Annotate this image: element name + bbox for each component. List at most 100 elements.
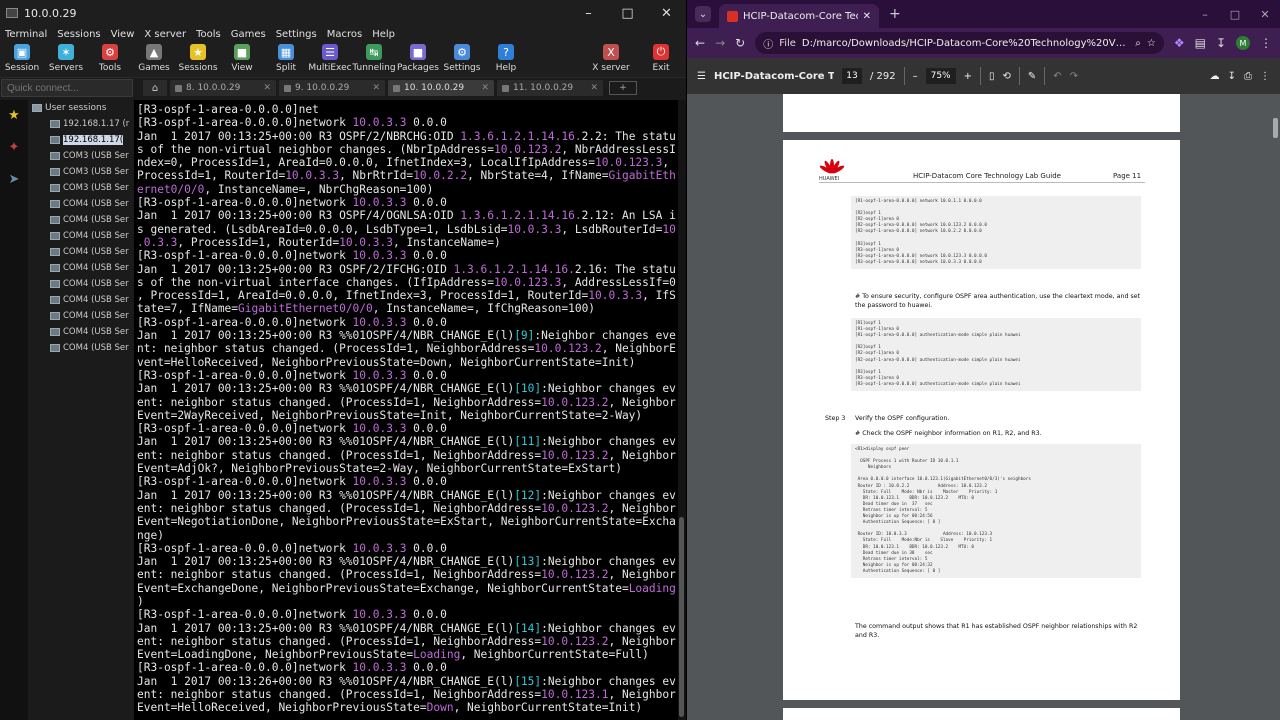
tools-button[interactable]: ⚙ Tools: [88, 42, 132, 77]
maximize-icon[interactable]: □: [1220, 8, 1250, 21]
tunneling-button[interactable]: ↹ Tunneling: [352, 42, 396, 77]
terminal-line: [R3-ospf-1-area-0.0.0.0]network 10.0.3.3…: [137, 196, 678, 209]
exit-button[interactable]: ⏻ Exit: [636, 42, 686, 77]
redo-icon[interactable]: ↷: [1070, 71, 1078, 82]
page-number-input[interactable]: 13: [841, 68, 862, 84]
print-icon[interactable]: ⎙: [1244, 71, 1252, 82]
forward-icon[interactable]: →: [715, 36, 725, 50]
reload-icon[interactable]: ↻: [735, 36, 745, 50]
terminal-tab[interactable]: 9. 10.0.0.29 ✕: [279, 80, 385, 96]
tools-icon[interactable]: ✦: [0, 132, 28, 164]
annotate-icon[interactable]: ✎: [1028, 71, 1036, 82]
terminal-text: 10.0.3.3: [507, 222, 562, 236]
home-tab-icon[interactable]: ⌂: [143, 80, 167, 96]
zoom-icon[interactable]: ⌕: [1135, 38, 1141, 49]
minimize-icon[interactable]: –: [1190, 8, 1220, 21]
terminal-line: Jan 1 2017 00:13:25+00:00 R3 OSPF/2/IFCH…: [137, 263, 678, 276]
extensions-puzzle-icon[interactable]: ▤: [1195, 36, 1206, 50]
zoom-in-icon[interactable]: +: [964, 71, 972, 82]
menu-item[interactable]: Tools: [191, 29, 226, 40]
menu-item[interactable]: Help: [367, 29, 400, 40]
extension-icon[interactable]: ❖: [1174, 36, 1185, 50]
save-to-drive-icon[interactable]: ☁: [1210, 71, 1220, 82]
session-item[interactable]: COM4 (USB Ser: [28, 292, 130, 308]
tab-close-icon[interactable]: ✕: [481, 83, 489, 93]
star-icon[interactable]: ★: [0, 100, 28, 132]
terminal-text: ent: neighbor status changed. (ProcessId…: [137, 501, 542, 515]
quick-connect-input[interactable]: [1, 79, 133, 97]
session-item[interactable]: COM4 (USB Ser: [28, 324, 130, 340]
session-item[interactable]: COM4 (USB Ser: [28, 244, 130, 260]
session-item[interactable]: COM3 (USB Ser: [28, 164, 130, 180]
session-item[interactable]: COM3 (USB Ser: [28, 180, 130, 196]
tab-search-icon[interactable]: ⌄: [695, 6, 711, 22]
session-item[interactable]: COM4 (USB Ser: [28, 212, 130, 228]
session-item[interactable]: COM3 (USB Ser: [28, 148, 130, 164]
download-icon[interactable]: ↧: [1228, 71, 1236, 82]
menu-item[interactable]: Terminal: [0, 29, 52, 40]
menu-item[interactable]: Macros: [322, 29, 367, 40]
menu-item[interactable]: View: [106, 29, 140, 40]
terminal-scrollbar[interactable]: [678, 100, 686, 720]
maximize-icon[interactable]: □: [608, 6, 647, 21]
terminal-tab[interactable]: 10. 10.0.0.29 ✕: [388, 80, 494, 96]
terminal-output[interactable]: [R3-ospf-1-area-0.0.0.0]net [R3-ospf-1-ar…: [134, 100, 678, 720]
session-item[interactable]: COM4 (USB Ser: [28, 260, 130, 276]
pdf-scrollbar-thumb[interactable]: [1273, 118, 1278, 138]
pdf-viewport[interactable]: HUAWEI HCIP-Datacom Core Technology Lab …: [687, 94, 1280, 720]
servers-button[interactable]: ✶ Servers: [44, 42, 88, 77]
menu-item[interactable]: Games: [226, 29, 271, 40]
terminal-tab[interactable]: 8. 10.0.0.29 ✕: [170, 80, 276, 96]
scrollbar-thumb[interactable]: [679, 517, 684, 717]
session-tree-root[interactable]: User sessions: [28, 100, 130, 116]
session-item[interactable]: 192.168.1.17(: [28, 132, 130, 148]
session-item[interactable]: COM4 (USB Ser: [28, 340, 130, 356]
sessions-button[interactable]: ★ Sessions: [176, 42, 220, 77]
terminal-line: Jan 1 2017 00:13:25+00:00 R3 %%01OSPF/4/…: [137, 489, 678, 502]
session-button[interactable]: ▣ Session: [0, 42, 44, 77]
tab-close-icon[interactable]: ✕: [590, 83, 598, 93]
terminal-tab[interactable]: 11. 10.0.0.29 ✕: [497, 80, 603, 96]
session-item[interactable]: 192.168.1.17 (r: [28, 116, 130, 132]
back-icon[interactable]: ←: [695, 36, 705, 50]
download-icon[interactable]: ↧: [1216, 36, 1226, 50]
undo-icon[interactable]: ↶: [1053, 71, 1061, 82]
packages-button[interactable]: ■ Packages: [396, 42, 440, 77]
split-button[interactable]: ▦ Split: [264, 42, 308, 77]
pdf-menu-icon[interactable]: ☰: [697, 71, 706, 82]
menu-dots-icon[interactable]: ⋮: [1260, 36, 1272, 50]
new-tab-icon[interactable]: +: [889, 6, 901, 22]
tab-close-icon[interactable]: ✕: [372, 83, 380, 93]
multiexec-button[interactable]: ☰ MultiExec: [308, 42, 352, 77]
session-item[interactable]: COM4 (USB Ser: [28, 196, 130, 212]
session-item[interactable]: COM4 (USB Ser: [28, 276, 130, 292]
info-icon[interactable]: ⓘ: [763, 36, 773, 51]
rotate-icon[interactable]: ⟲: [1003, 71, 1011, 82]
bookmark-star-icon[interactable]: ☆: [1147, 38, 1156, 49]
session-item[interactable]: COM4 (USB Ser: [28, 228, 130, 244]
minimize-icon[interactable]: –: [569, 6, 608, 21]
avatar[interactable]: M: [1236, 36, 1250, 50]
zoom-input[interactable]: 75%: [925, 68, 956, 84]
close-icon[interactable]: ✕: [647, 6, 686, 21]
games-button[interactable]: ▲ Games: [132, 42, 176, 77]
tab-close-icon[interactable]: ✕: [263, 83, 271, 93]
new-tab-button[interactable]: +: [609, 81, 637, 95]
send-icon[interactable]: ➤: [0, 164, 28, 196]
tab-close-icon[interactable]: ✕: [863, 11, 871, 22]
menu-item[interactable]: X server: [139, 29, 191, 40]
menu-item[interactable]: Sessions: [52, 29, 105, 40]
close-icon[interactable]: ✕: [1250, 8, 1280, 21]
session-item[interactable]: COM4 (USB Ser: [28, 308, 130, 324]
view-button[interactable]: ■ View: [220, 42, 264, 77]
more-options-icon[interactable]: ⋮: [1260, 71, 1270, 82]
zoom-out-icon[interactable]: –: [913, 71, 918, 82]
tab-row: ⌂ 8. 10.0.0.29✕9. 10.0.0.29✕10. 10.0.0.2…: [0, 78, 686, 98]
menu-item[interactable]: Settings: [271, 29, 322, 40]
address-bar[interactable]: ⓘ File D:/marco/Downloads/HCIP-Datacom-C…: [755, 32, 1164, 54]
settings-button[interactable]: ⚙ Settings: [440, 42, 484, 77]
x-server-button[interactable]: X X server: [586, 42, 636, 77]
browser-tab[interactable]: HCIP-Datacom-Core Technolog ✕: [719, 4, 879, 28]
help-button[interactable]: ? Help: [484, 42, 528, 77]
fit-page-icon[interactable]: ▯: [989, 71, 995, 82]
